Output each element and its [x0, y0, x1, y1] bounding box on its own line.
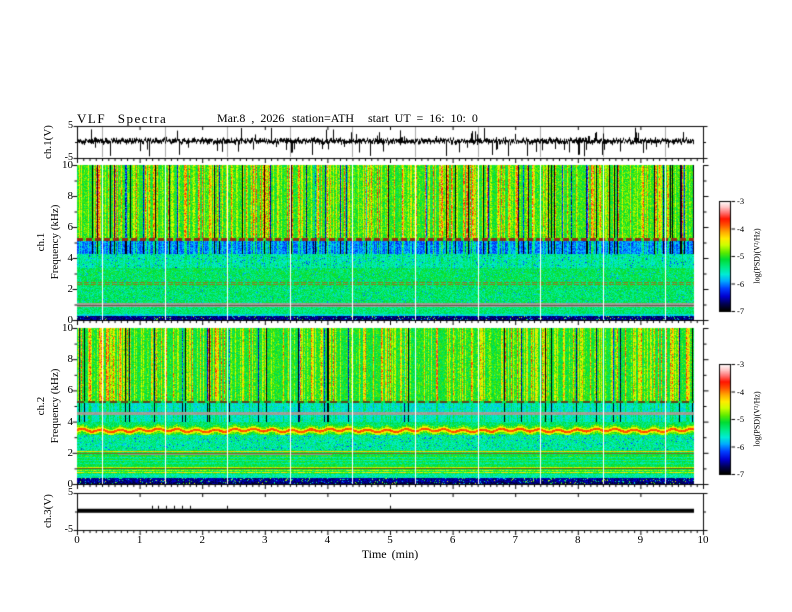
- x-tick-label: 4: [324, 534, 331, 546]
- freq-tick-label: 10: [62, 322, 73, 334]
- ch2-spectrogram-ylabel: Frequency (kHz): [49, 368, 61, 444]
- x-tick-label: 1: [136, 534, 143, 546]
- x-tick-label: 9: [637, 534, 644, 546]
- freq-tick-label: 6: [67, 221, 74, 233]
- freq-tick-label: 8: [67, 190, 74, 202]
- x-tick-label: 7: [512, 534, 518, 546]
- ch1-spectrogram-canvas: [69, 157, 711, 328]
- freq-tick-label: 4: [67, 252, 74, 264]
- freq-tick-label: 4: [67, 415, 74, 428]
- freq-tick-label: 8: [67, 353, 74, 366]
- volt-tick-label: -5: [64, 152, 73, 163]
- volt-tick-label: 5: [68, 120, 73, 131]
- freq-tick-label: 2: [67, 446, 74, 459]
- x-tick-label: 2: [199, 534, 205, 546]
- x-axis-label: Time (min): [361, 547, 419, 561]
- colorbar-2-label: log(PSD)(V²/Hz): [752, 391, 762, 447]
- freq-tick-label: 6: [67, 384, 74, 397]
- volt-tick-label: -5: [64, 524, 73, 535]
- colorbar-tick-label: -7: [737, 469, 745, 479]
- colorbar-tick-label: -3: [737, 359, 745, 369]
- ch1-spectrogram-channel-label: ch.1: [35, 232, 47, 252]
- x-tick-label: 10: [697, 534, 709, 546]
- colorbar-tick-label: -4: [737, 386, 745, 397]
- colorbar-tick-label: -7: [737, 306, 745, 316]
- ch3-waveform-canvas: [69, 485, 711, 538]
- x-tick-label: 3: [262, 534, 268, 546]
- colorbar-tick-label: -5: [737, 251, 745, 261]
- colorbar-tick-label: -6: [737, 441, 745, 452]
- vlf-spectra-figure: VLF Spectra Mar.8 , 2026 station=ATH sta…: [0, 0, 792, 612]
- ch2-spectrogram-channel-label: ch.2: [35, 396, 47, 416]
- colorbar-1-label: log(PSD)(V²/Hz): [752, 228, 762, 284]
- colorbar-tick-label: -6: [737, 278, 745, 289]
- freq-tick-label: 2: [67, 283, 74, 295]
- x-tick-label: 8: [575, 534, 581, 546]
- ch1-spectrogram-ylabel: Frequency (kHz): [49, 204, 61, 280]
- x-tick-label: 5: [387, 534, 393, 546]
- colorbar-tick-label: -4: [737, 223, 745, 234]
- colorbar-tick-label: -3: [737, 196, 745, 206]
- colorbar-tick-label: -5: [737, 414, 745, 424]
- ch2-spectrogram-canvas: [69, 320, 711, 492]
- ch3-waveform-ylabel: ch.3(V): [42, 494, 54, 528]
- volt-tick-label: 5: [68, 487, 73, 498]
- x-tick-label: 6: [449, 534, 456, 546]
